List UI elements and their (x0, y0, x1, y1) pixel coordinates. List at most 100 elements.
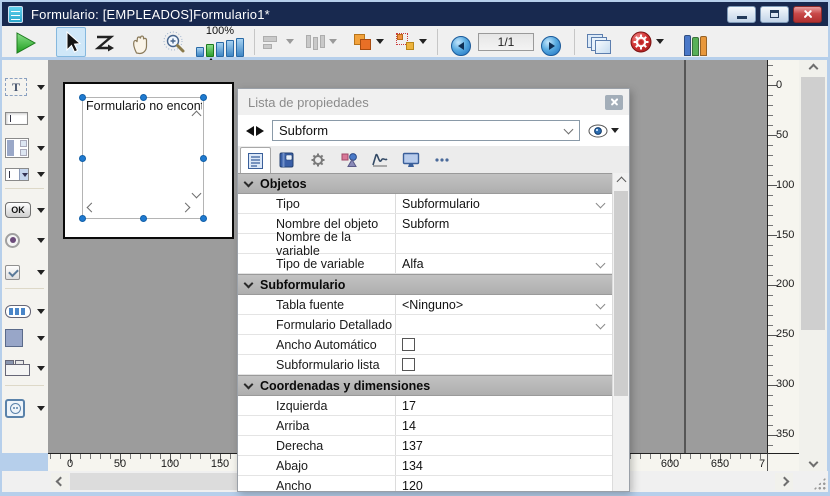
panel-scrollbar-thumb[interactable] (614, 191, 628, 396)
tab-database[interactable] (271, 147, 302, 173)
palette-input-tool[interactable] (5, 104, 46, 132)
panel-scrollbar[interactable] (612, 173, 629, 491)
palette-progress-tool[interactable] (5, 297, 46, 325)
chevron-down-icon[interactable] (37, 85, 45, 90)
actions-button[interactable] (627, 27, 666, 57)
property-value-dropdown[interactable] (395, 315, 614, 334)
property-value-field[interactable] (395, 234, 614, 253)
resize-handle[interactable] (200, 215, 207, 222)
palette-list-box-tool[interactable] (5, 134, 46, 162)
chevron-down-icon[interactable] (596, 259, 606, 269)
next-object-button[interactable] (256, 126, 264, 136)
chevron-down-icon[interactable] (37, 309, 45, 314)
tab-properties-list[interactable] (240, 147, 271, 173)
zoom-level-bar[interactable] (196, 47, 204, 57)
palette-static-text-tool[interactable]: T (5, 73, 46, 101)
library-button[interactable] (682, 27, 709, 57)
chevron-down-icon[interactable] (37, 146, 45, 151)
palette-plugin-tool[interactable] (5, 394, 46, 422)
close-button[interactable] (793, 6, 822, 23)
property-value-field[interactable]: Subform (395, 214, 614, 233)
resize-grip[interactable] (813, 477, 826, 490)
scroll-left-button[interactable] (51, 473, 69, 490)
resize-handle[interactable] (200, 94, 207, 101)
property-value-dropdown[interactable]: <Ninguno> (395, 295, 614, 314)
group-tool-button[interactable] (394, 27, 429, 57)
palette-button-tool[interactable]: OK (5, 196, 46, 224)
checkbox-unchecked[interactable] (402, 358, 415, 371)
page-indicator-field[interactable]: 1/1 (478, 33, 534, 51)
scroll-right-button[interactable] (775, 473, 793, 490)
tab-display[interactable] (395, 147, 426, 173)
chevron-down-icon[interactable] (656, 39, 664, 44)
run-form-button[interactable] (10, 27, 40, 57)
chevron-down-icon[interactable] (37, 208, 45, 213)
resize-handle[interactable] (79, 215, 86, 222)
resize-handle[interactable] (79, 155, 86, 162)
chevron-down-icon[interactable] (611, 128, 619, 133)
palette-tab-control-tool[interactable] (5, 354, 46, 382)
panel-close-button[interactable] (605, 95, 623, 110)
chevron-down-icon[interactable] (286, 39, 294, 44)
tab-events[interactable] (364, 147, 395, 173)
property-value-field[interactable]: 14 (395, 416, 614, 435)
palette-rectangle-tool[interactable] (5, 324, 46, 352)
chevron-down-icon[interactable] (596, 320, 606, 330)
minimize-button[interactable] (727, 6, 756, 23)
tab-options[interactable] (302, 147, 333, 173)
chevron-down-icon[interactable] (376, 39, 384, 44)
property-value-field[interactable]: 120 (395, 476, 614, 491)
display-pages-button[interactable] (585, 27, 613, 57)
chevron-down-icon[interactable] (596, 300, 606, 310)
chevron-down-icon[interactable] (37, 406, 45, 411)
property-value-dropdown[interactable]: Alfa (395, 254, 614, 273)
resize-handle[interactable] (79, 94, 86, 101)
zoom-level-bar[interactable] (226, 40, 234, 57)
chevron-down-icon[interactable] (37, 172, 45, 177)
tab-more[interactable] (426, 147, 457, 173)
entry-order-tool-button[interactable] (90, 27, 120, 57)
property-value-field[interactable]: 134 (395, 456, 614, 475)
select-tool-button[interactable] (56, 27, 86, 57)
level-tool-button[interactable] (351, 27, 386, 57)
chevron-down-icon[interactable] (419, 39, 427, 44)
resize-handle[interactable] (140, 215, 147, 222)
resize-handle[interactable] (140, 94, 147, 101)
chevron-down-icon[interactable] (329, 39, 337, 44)
vertical-scrollbar-thumb[interactable] (801, 77, 825, 330)
section-header-objetos[interactable]: Objetos (238, 173, 614, 194)
chevron-down-icon[interactable] (37, 270, 45, 275)
chevron-down-icon[interactable] (596, 199, 606, 209)
panel-title-bar[interactable]: Lista de propiedades (238, 89, 629, 115)
vertical-scrollbar[interactable] (799, 60, 827, 471)
align-tool-button[interactable] (261, 27, 296, 57)
palette-radio-button-tool[interactable] (5, 226, 46, 254)
title-bar[interactable]: Formulario: [EMPLEADOS]Formulario1* (2, 2, 828, 26)
pan-tool-button[interactable] (126, 27, 156, 57)
zoom-level-bar-current[interactable] (206, 44, 214, 57)
property-value-dropdown[interactable]: Subformulario (395, 194, 614, 213)
previous-object-button[interactable] (246, 126, 254, 136)
zoom-level-bar[interactable] (236, 38, 244, 57)
chevron-down-icon[interactable] (37, 116, 45, 121)
scroll-down-button[interactable] (799, 454, 827, 471)
chevron-down-icon[interactable] (37, 238, 45, 243)
zoom-tool-button[interactable] (160, 27, 190, 57)
distribute-tool-button[interactable] (304, 27, 339, 57)
object-selector-combo[interactable]: Subform (272, 120, 580, 141)
scroll-up-button[interactable] (799, 60, 827, 77)
subform-object[interactable]: Formulario no encontr (82, 97, 204, 219)
section-header-subformulario[interactable]: Subformulario (238, 274, 614, 295)
tab-objects[interactable] (333, 147, 364, 173)
scroll-up-button[interactable] (613, 173, 629, 190)
next-page-button[interactable] (538, 27, 564, 57)
section-header-coordenadas[interactable]: Coordenadas y dimensiones (238, 375, 614, 396)
maximize-button[interactable] (760, 6, 789, 23)
checkbox-unchecked[interactable] (402, 338, 415, 351)
zoom-level-bar[interactable] (216, 42, 224, 57)
property-value-field[interactable]: 137 (395, 436, 614, 455)
form-document[interactable]: Formulario no encontr (63, 82, 234, 239)
property-value-field[interactable]: 17 (395, 396, 614, 415)
palette-combo-box-tool[interactable] (5, 160, 46, 188)
resize-handle[interactable] (200, 155, 207, 162)
